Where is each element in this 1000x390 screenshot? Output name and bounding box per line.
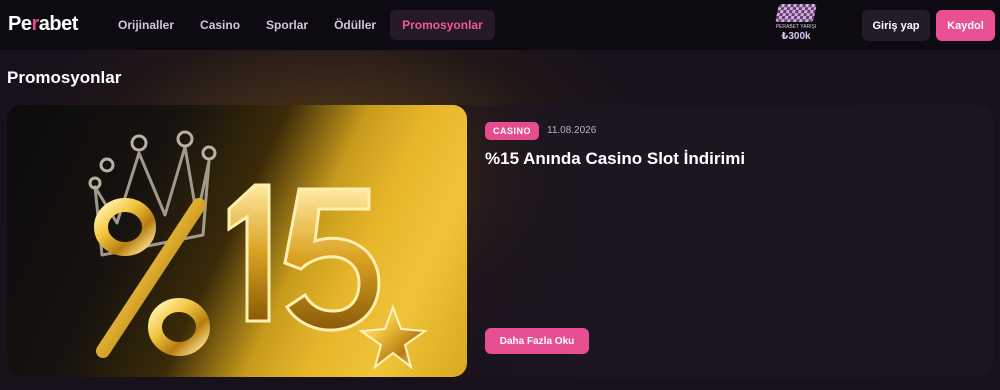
nav-item-rewards[interactable]: Ödüller <box>322 10 388 40</box>
logo-text-prefix: Pe <box>8 13 32 35</box>
logo-text-suffix: abet <box>38 13 79 35</box>
read-more-button[interactable]: Daha Fazla Oku <box>485 328 589 354</box>
category-badge[interactable]: CASINO <box>485 122 540 140</box>
star-icon <box>358 304 428 370</box>
race-widget[interactable]: PERABET YARIŞI ₺300k <box>772 4 820 48</box>
page-title: Promosyonlar <box>7 68 122 87</box>
logo-text-accent: r <box>31 13 39 35</box>
nav-item-promotions[interactable]: Promosyonlar <box>390 10 495 40</box>
digit-one-graphic <box>227 183 271 323</box>
race-amount: ₺300k <box>781 31 811 42</box>
register-button[interactable]: Kaydol <box>936 10 995 41</box>
promo-date: 11.08.2026 <box>547 125 597 136</box>
nav-item-casino[interactable]: Casino <box>188 10 252 40</box>
nav-item-originals[interactable]: Orijinaller <box>106 10 186 40</box>
login-button[interactable]: Giriş yap <box>862 10 930 41</box>
top-navigation: Perabet Orijinaller Casino Sporlar Ödüll… <box>0 0 1000 50</box>
nav-item-sports[interactable]: Sporlar <box>254 10 320 40</box>
main-menu: Orijinaller Casino Sporlar Ödüller Promo… <box>106 10 497 40</box>
race-label: PERABET YARIŞI <box>775 24 817 30</box>
percent-sign-graphic <box>94 198 210 358</box>
digit-five-graphic <box>283 187 381 332</box>
promo-banner-image[interactable] <box>7 105 467 377</box>
promo-card[interactable]: CASINO 11.08.2026 %15 Anında Casino Slot… <box>7 105 993 377</box>
brand-logo[interactable]: Perabet <box>8 13 78 36</box>
percent-15-crown-graphic <box>88 130 428 370</box>
checkered-flag-icon <box>775 4 817 22</box>
promo-title[interactable]: %15 Anında Casino Slot İndirimi <box>485 149 745 169</box>
